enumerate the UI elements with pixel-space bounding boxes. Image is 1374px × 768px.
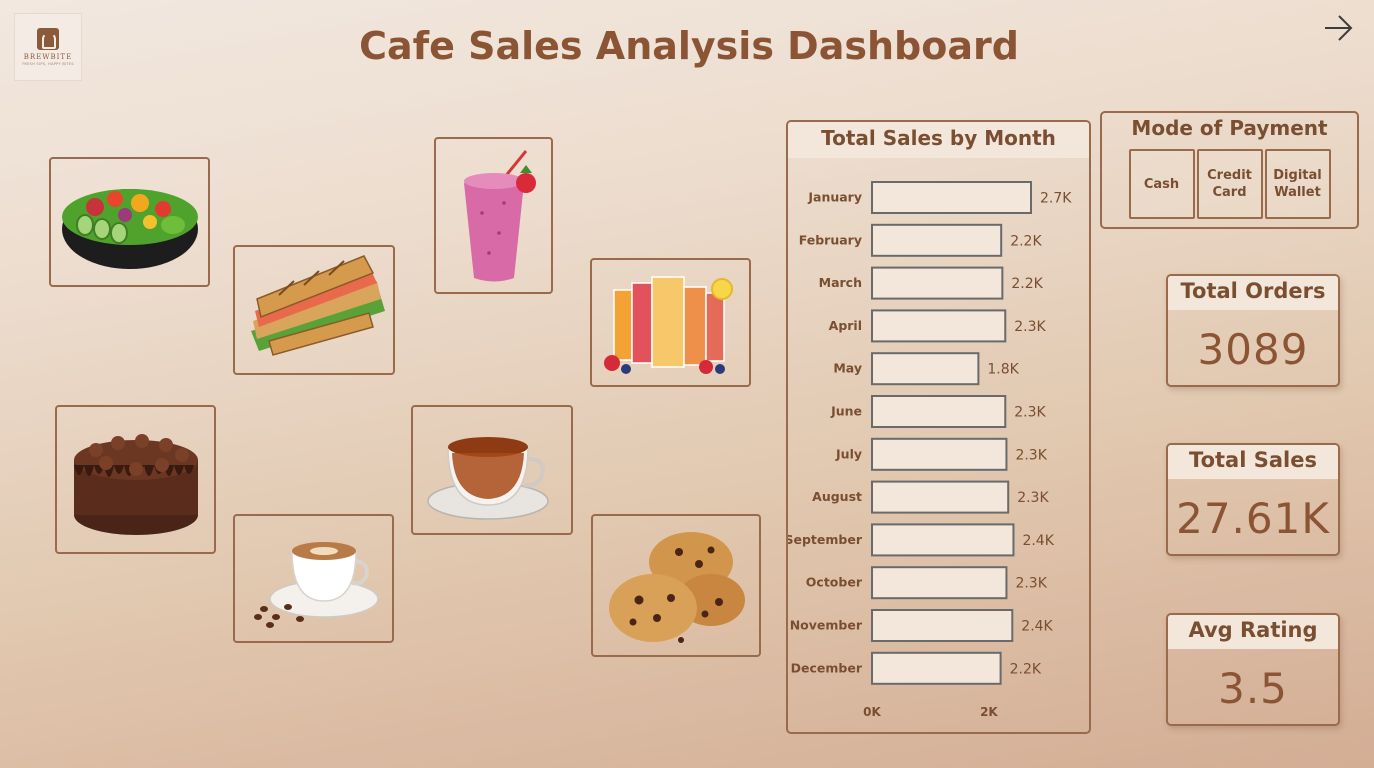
salad-bowl-icon: [61, 189, 198, 269]
avg-rating-value: 3.5: [1218, 664, 1288, 713]
sandwich-photo: [233, 245, 395, 375]
data-label: 2.7K: [1040, 191, 1072, 207]
cookies-icon: [609, 531, 745, 643]
category-label: May: [833, 361, 862, 376]
cookies-photo: [591, 514, 761, 657]
category-label: September: [788, 532, 863, 547]
data-label: 2.2K: [1010, 661, 1042, 677]
category-label: March: [819, 275, 862, 290]
bar-february: [871, 223, 1003, 257]
bar-june: [871, 395, 1007, 428]
payment-options: Cash Credit Card Digital Wallet: [1102, 149, 1357, 219]
data-label: 2.3K: [1017, 490, 1049, 506]
chart-title: Total Sales by Month: [788, 122, 1089, 158]
avg-rating-card: Avg Rating 3.5: [1166, 613, 1340, 726]
payment-digital-wallet-button[interactable]: Digital Wallet: [1264, 149, 1331, 219]
bar-march: [871, 266, 1004, 300]
category-label: October: [806, 575, 863, 590]
data-label: 2.3K: [1014, 405, 1046, 421]
bar-august: [871, 480, 1010, 514]
sandwich-icon: [251, 255, 385, 356]
x-tick-label: 2K: [980, 705, 998, 719]
payment-cash-button[interactable]: Cash: [1128, 149, 1195, 219]
data-label: 2.4K: [1021, 619, 1053, 635]
x-tick-label: 0K: [863, 705, 881, 719]
total-sales-card: Total Sales 27.61K: [1166, 443, 1340, 556]
total-orders-label: Total Orders: [1168, 276, 1338, 310]
bar-january: [871, 181, 1032, 214]
category-label: August: [812, 489, 862, 504]
smoothie-photo: [434, 137, 553, 294]
bar-may: [871, 352, 980, 386]
category-label: June: [830, 404, 862, 419]
bar-april: [871, 309, 1007, 343]
bar-october: [871, 566, 1008, 600]
tea-photo: [411, 405, 573, 535]
total-orders-value: 3089: [1197, 325, 1309, 374]
data-label: 2.3K: [1015, 576, 1047, 592]
data-label: 2.2K: [1011, 276, 1043, 292]
total-sales-label: Total Sales: [1168, 445, 1338, 479]
data-label: 1.8K: [987, 362, 1019, 378]
coffee-cup-icon: [253, 542, 379, 628]
arrow-right-icon[interactable]: [1322, 12, 1354, 44]
tea-cup-icon: [427, 436, 549, 520]
chocolate-cake-icon: [73, 433, 198, 535]
category-label: November: [790, 618, 863, 633]
page-title: Cafe Sales Analysis Dashboard: [359, 24, 1019, 68]
payment-mode-slicer: Mode of Payment Cash Credit Card Digital…: [1100, 111, 1359, 229]
smoothie-icon: [463, 150, 536, 282]
payment-credit-card-button[interactable]: Credit Card: [1196, 149, 1263, 219]
data-label: 2.2K: [1010, 233, 1042, 249]
juices-photo: [590, 258, 751, 387]
bar-chart: January 2.7K February 2.2K March 2.2K April 2.3…: [788, 181, 1072, 719]
juice-glasses-icon: [603, 276, 733, 374]
data-label: 2.4K: [1022, 533, 1054, 549]
data-label: 2.3K: [1015, 447, 1047, 463]
bar-november: [871, 609, 1014, 642]
category-label: April: [829, 318, 862, 333]
coffee-photo: [233, 514, 394, 643]
category-label: February: [799, 232, 862, 247]
payment-title: Mode of Payment: [1131, 116, 1328, 140]
data-label: 2.3K: [1014, 319, 1046, 335]
sales-by-month-chart: Total Sales by Month January 2.7K February…: [786, 120, 1091, 734]
category-label: January: [807, 190, 862, 205]
total-sales-value: 27.61K: [1176, 494, 1330, 543]
bar-july: [871, 437, 1008, 471]
cake-photo: [55, 405, 216, 554]
total-orders-card: Total Orders 3089: [1166, 274, 1340, 387]
category-label: December: [791, 660, 863, 675]
bar-september: [871, 523, 1015, 557]
avg-rating-label: Avg Rating: [1168, 615, 1338, 649]
category-label: July: [835, 446, 862, 461]
salad-photo: [49, 157, 210, 287]
bar-december: [871, 651, 1002, 685]
